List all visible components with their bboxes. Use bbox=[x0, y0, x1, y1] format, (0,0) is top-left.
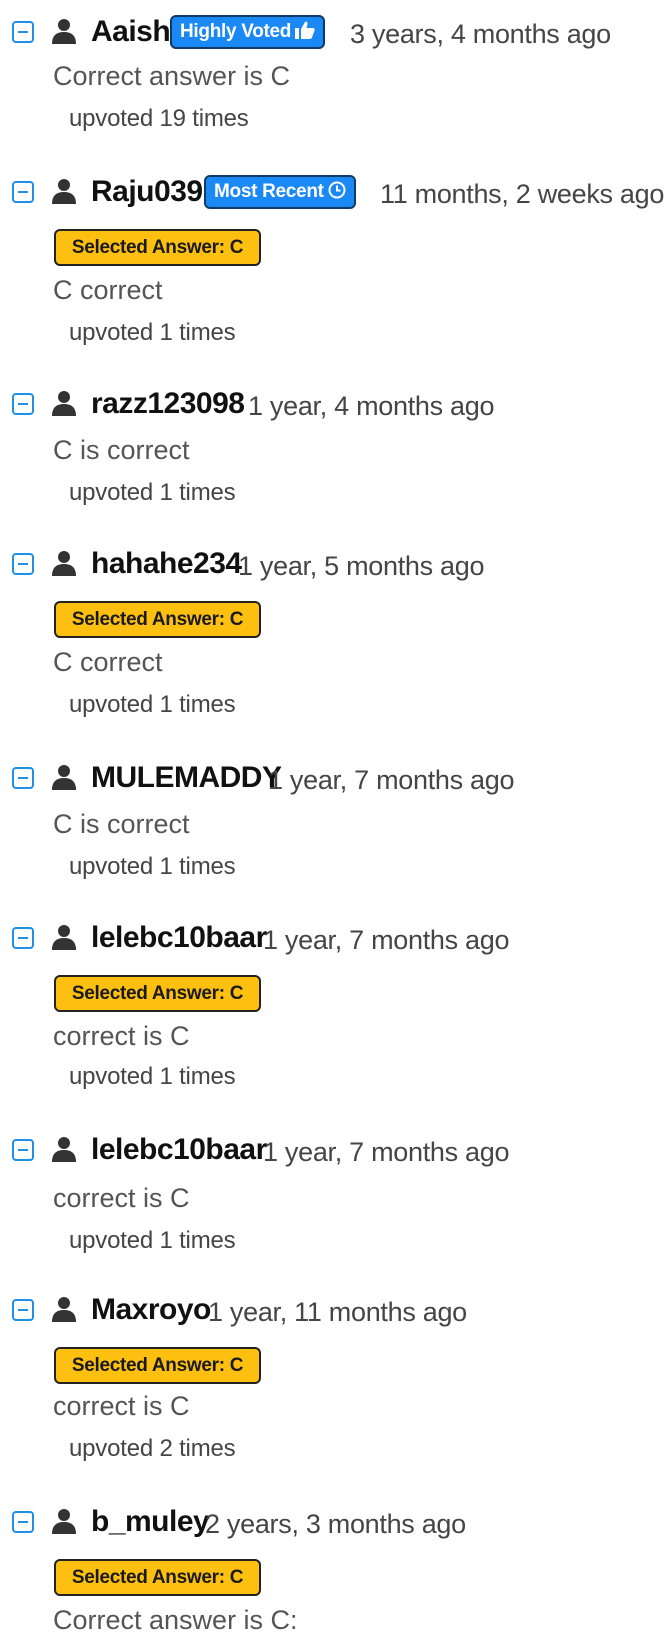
comment-header: MULEMADDY 1 year, 7 months ago bbox=[0, 758, 666, 798]
collapse-icon[interactable] bbox=[12, 181, 34, 203]
comment-header: lelebc10baar 1 year, 7 months ago bbox=[0, 1130, 666, 1170]
comment-header: hahahe234 1 year, 5 months ago bbox=[0, 544, 666, 584]
comment-header: Raju039 Most Recent 11 months, 2 weeks a… bbox=[0, 172, 666, 212]
comment-timestamp: 1 year, 7 months ago bbox=[263, 925, 510, 955]
upvote-count: upvoted 19 times bbox=[69, 105, 249, 132]
user-icon bbox=[52, 178, 76, 204]
comment-username[interactable]: Maxroyo bbox=[91, 1292, 211, 1328]
user-icon bbox=[52, 1296, 76, 1322]
comment-username[interactable]: razz123098 bbox=[91, 386, 245, 422]
selected-answer-badge: Selected Answer: C bbox=[54, 601, 261, 638]
badge-label: Most Recent bbox=[214, 181, 324, 202]
comment-timestamp: 1 year, 4 months ago bbox=[248, 391, 495, 421]
user-icon bbox=[52, 1136, 76, 1162]
selected-answer-badge: Selected Answer: C bbox=[54, 1347, 261, 1384]
comment-header: b_muley 2 years, 3 months ago bbox=[0, 1502, 666, 1542]
selected-answer-badge: Selected Answer: C bbox=[54, 229, 261, 266]
badge-label: Highly Voted bbox=[180, 21, 292, 42]
collapse-icon[interactable] bbox=[12, 21, 34, 43]
comment-timestamp: 11 months, 2 weeks ago bbox=[380, 179, 665, 209]
comment-username[interactable]: Aaish bbox=[91, 14, 171, 50]
user-icon bbox=[52, 18, 76, 44]
upvote-count: upvoted 1 times bbox=[69, 1227, 236, 1254]
upvote-count: upvoted 1 times bbox=[69, 1063, 236, 1090]
user-icon bbox=[52, 1508, 76, 1534]
user-icon bbox=[52, 390, 76, 416]
collapse-icon[interactable] bbox=[12, 393, 34, 415]
comment-text: correct is C bbox=[53, 1391, 190, 1421]
comment-text: Correct answer is C bbox=[53, 61, 291, 91]
comment-username[interactable]: b_muley bbox=[91, 1504, 210, 1540]
comment-text: C is correct bbox=[53, 809, 190, 839]
upvote-count: upvoted 1 times bbox=[69, 853, 236, 880]
comment-timestamp: 1 year, 7 months ago bbox=[268, 765, 515, 795]
selected-answer-badge: Selected Answer: C bbox=[54, 975, 261, 1012]
comment-header: Maxroyo 1 year, 11 months ago bbox=[0, 1290, 666, 1330]
comment-username[interactable]: hahahe234 bbox=[91, 546, 242, 582]
user-icon bbox=[52, 550, 76, 576]
comment-text: C correct bbox=[53, 647, 163, 677]
collapse-icon[interactable] bbox=[12, 1139, 34, 1161]
comment-text: C correct bbox=[53, 275, 163, 305]
comment-text: Correct answer is C: bbox=[53, 1605, 298, 1635]
upvote-count: upvoted 1 times bbox=[69, 691, 236, 718]
collapse-icon[interactable] bbox=[12, 1299, 34, 1321]
comment-timestamp: 1 year, 11 months ago bbox=[208, 1297, 467, 1327]
thumbs-up-icon bbox=[295, 19, 315, 49]
user-icon bbox=[52, 764, 76, 790]
comment-username[interactable]: Raju039 bbox=[91, 174, 203, 210]
comment-header: razz123098 1 year, 4 months ago bbox=[0, 384, 666, 424]
clock-icon bbox=[328, 179, 346, 209]
comment-text: correct is C bbox=[53, 1021, 190, 1051]
collapse-icon[interactable] bbox=[12, 767, 34, 789]
collapse-icon[interactable] bbox=[12, 927, 34, 949]
upvote-count: upvoted 1 times bbox=[69, 479, 236, 506]
comment-timestamp: 2 years, 3 months ago bbox=[205, 1509, 466, 1539]
comment-timestamp: 1 year, 5 months ago bbox=[238, 551, 485, 581]
most-recent-badge: Most Recent bbox=[204, 175, 356, 209]
user-icon bbox=[52, 924, 76, 950]
comment-header: lelebc10baar 1 year, 7 months ago bbox=[0, 918, 666, 958]
collapse-icon[interactable] bbox=[12, 553, 34, 575]
highly-voted-badge: Highly Voted bbox=[170, 15, 326, 49]
comment-text: C is correct bbox=[53, 435, 190, 465]
upvote-count: upvoted 1 times bbox=[69, 319, 236, 346]
selected-answer-badge: Selected Answer: C bbox=[54, 1559, 261, 1596]
comment-list: Aaish Highly Voted 3 years, 4 months ago… bbox=[0, 0, 666, 1635]
comment-username[interactable]: MULEMADDY bbox=[91, 760, 282, 796]
comment-username[interactable]: lelebc10baar bbox=[91, 1132, 267, 1168]
collapse-icon[interactable] bbox=[12, 1511, 34, 1533]
comment-timestamp: 3 years, 4 months ago bbox=[350, 19, 611, 49]
upvote-count: upvoted 2 times bbox=[69, 1435, 236, 1462]
comment-text: correct is C bbox=[53, 1183, 190, 1213]
comment-timestamp: 1 year, 7 months ago bbox=[263, 1137, 510, 1167]
comment-header: Aaish Highly Voted 3 years, 4 months ago bbox=[0, 12, 666, 52]
comment-username[interactable]: lelebc10baar bbox=[91, 920, 267, 956]
